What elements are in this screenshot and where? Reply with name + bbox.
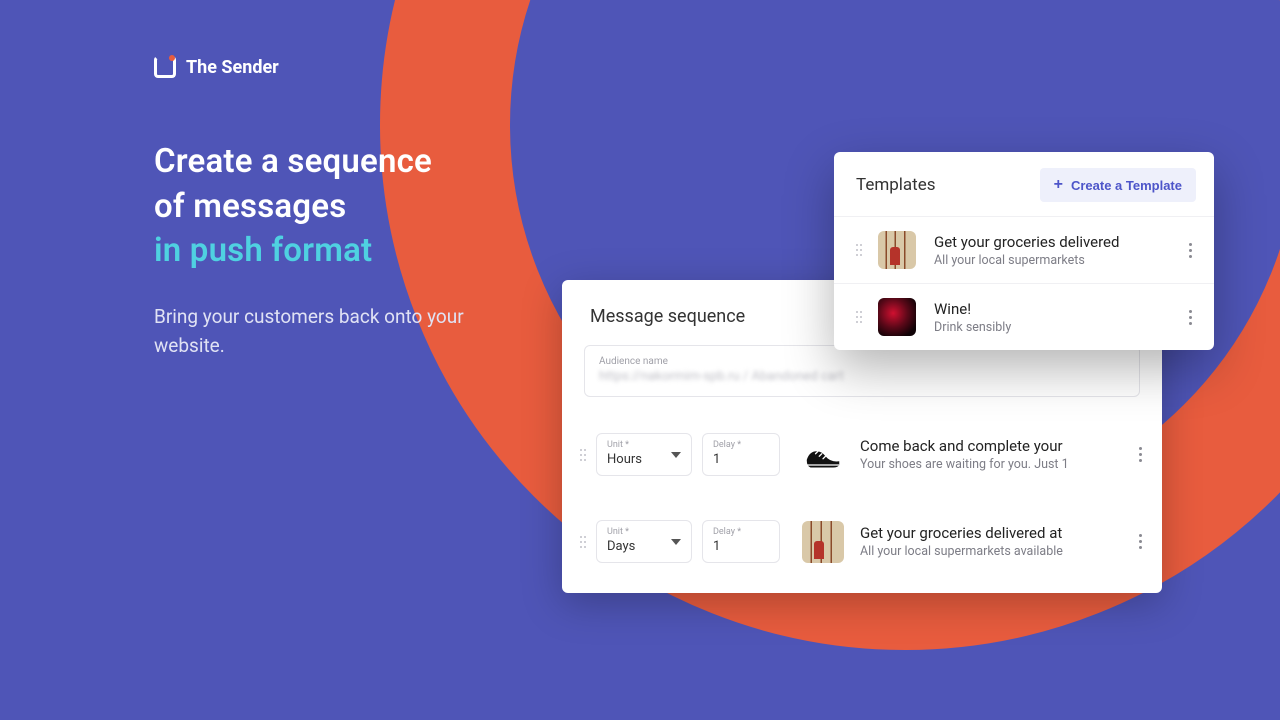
brand-logo: The Sender (154, 56, 279, 78)
template-title: Wine! (934, 300, 1168, 318)
shoe-icon (803, 435, 843, 475)
create-template-label: Create a Template (1071, 178, 1182, 193)
unit-value: Hours (607, 452, 681, 467)
template-text: Wine! Drink sensibly (934, 300, 1168, 335)
message-text: Get your groceries delivered at All your… (860, 524, 1120, 559)
message-title: Come back and complete your (860, 437, 1120, 455)
audience-field[interactable]: Audience name https://nakormim-spb.ru / … (584, 345, 1140, 397)
delay-label: Delay * (713, 527, 769, 537)
unit-select[interactable]: Unit * Days (596, 520, 692, 563)
drag-handle-icon[interactable] (576, 449, 586, 461)
row-menu-icon[interactable] (1130, 528, 1150, 555)
hero-copy: Create a sequence of messages in push fo… (154, 140, 514, 361)
create-template-button[interactable]: + Create a Template (1040, 168, 1196, 202)
templates-header: Templates + Create a Template (834, 152, 1214, 216)
hero-line-2: of messages (154, 187, 346, 226)
delay-input[interactable]: Delay * 1 (702, 520, 780, 563)
unit-label: Unit * (607, 527, 681, 537)
hero-line-1: Create a sequence (154, 142, 432, 181)
message-subtitle: Your shoes are waiting for you. Just 1 (860, 457, 1120, 472)
template-row[interactable]: Get your groceries delivered All your lo… (834, 216, 1214, 283)
delay-value: 1 (713, 539, 769, 554)
template-text: Get your groceries delivered All your lo… (934, 233, 1168, 268)
template-title: Get your groceries delivered (934, 233, 1168, 251)
delay-input[interactable]: Delay * 1 (702, 433, 780, 476)
sequence-row: Unit * Hours Delay * 1 Come back and com… (562, 425, 1162, 484)
template-thumbnail (878, 231, 916, 269)
message-text: Come back and complete your Your shoes a… (860, 437, 1120, 472)
logo-mark-icon (154, 56, 176, 78)
delay-label: Delay * (713, 440, 769, 450)
row-menu-icon[interactable] (1180, 237, 1200, 264)
template-subtitle: All your local supermarkets (934, 253, 1168, 268)
brand-name: The Sender (186, 57, 279, 78)
message-thumbnail (802, 521, 844, 563)
sequence-row: Unit * Days Delay * 1 Get your groceries… (562, 512, 1162, 571)
delay-value: 1 (713, 452, 769, 467)
message-title: Get your groceries delivered at (860, 524, 1120, 542)
drag-handle-icon[interactable] (576, 536, 586, 548)
drag-handle-icon[interactable] (852, 311, 862, 323)
plus-icon: + (1054, 177, 1063, 193)
unit-value: Days (607, 539, 681, 554)
template-subtitle: Drink sensibly (934, 320, 1168, 335)
hero-subtitle: Bring your customers back onto your webs… (154, 302, 514, 361)
message-thumbnail (802, 434, 844, 476)
template-row[interactable]: Wine! Drink sensibly (834, 283, 1214, 350)
templates-title: Templates (856, 175, 936, 195)
template-thumbnail (878, 298, 916, 336)
unit-select[interactable]: Unit * Hours (596, 433, 692, 476)
unit-label: Unit * (607, 440, 681, 450)
row-menu-icon[interactable] (1180, 304, 1200, 331)
row-menu-icon[interactable] (1130, 441, 1150, 468)
hero-heading: Create a sequence of messages in push fo… (154, 140, 514, 274)
drag-handle-icon[interactable] (852, 244, 862, 256)
templates-card: Templates + Create a Template Get your g… (834, 152, 1214, 350)
hero-line-3: in push format (154, 229, 514, 274)
audience-label: Audience name (599, 356, 1125, 367)
audience-value: https://nakormim-spb.ru / Abandoned cart (599, 369, 1125, 384)
message-subtitle: All your local supermarkets available (860, 544, 1120, 559)
